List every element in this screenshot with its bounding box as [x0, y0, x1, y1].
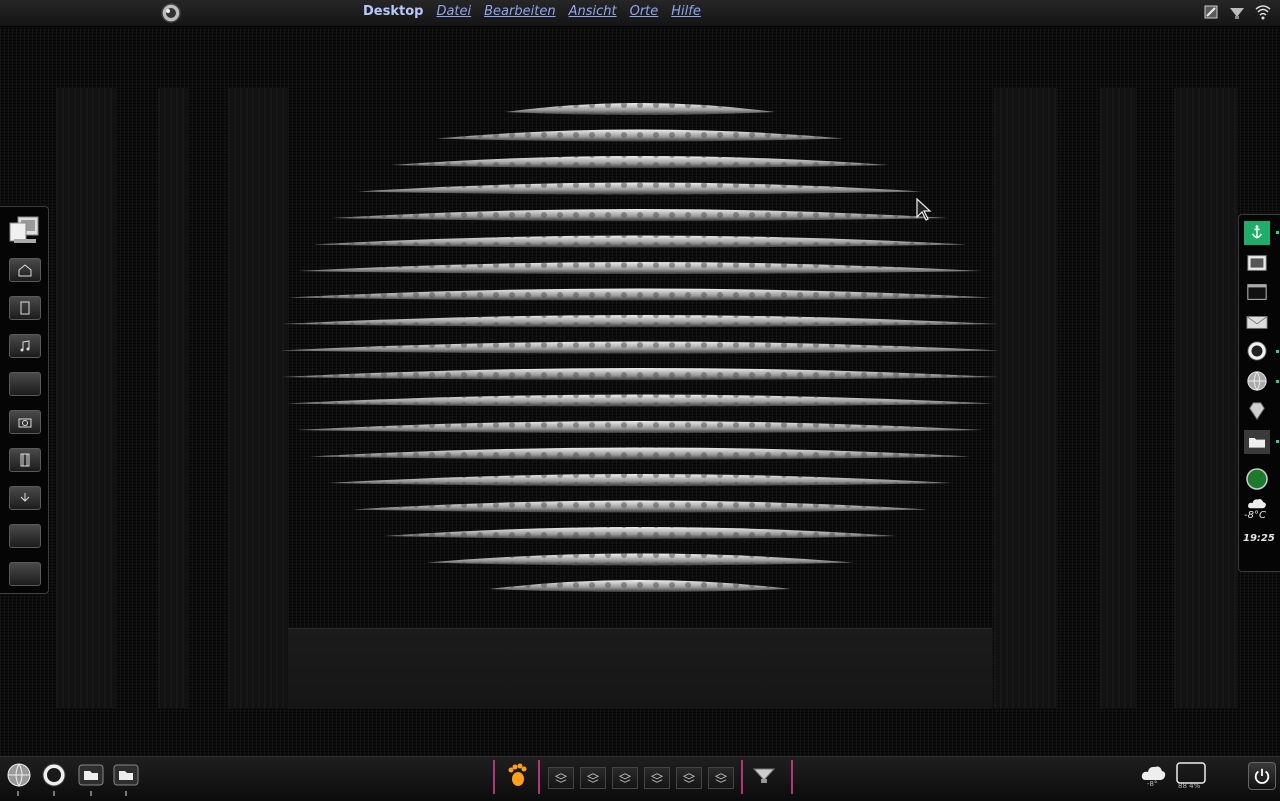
running-indicator: [17, 791, 19, 796]
wallpaper-sphere: [280, 103, 1000, 592]
running-indicator: [1276, 440, 1279, 443]
wallpaper-band-texture: [288, 288, 992, 301]
media-player-icon[interactable]: [1244, 339, 1270, 363]
folder-icon[interactable]: [9, 562, 41, 586]
top-panel: Desktop Datei Bearbeiten Ansicht Orte Hi…: [0, 0, 1280, 27]
download-icon[interactable]: [1228, 3, 1246, 21]
videos-folder-icon[interactable]: [9, 448, 41, 472]
workspace-button[interactable]: [580, 767, 606, 789]
cpu-usage-label: 88 4%: [1178, 782, 1201, 790]
folder-icon[interactable]: [9, 524, 41, 548]
documents-folder-icon[interactable]: [9, 296, 41, 320]
wallpaper-column: [994, 88, 1058, 708]
wallpaper-band-texture: [391, 156, 889, 168]
running-indicator: [1276, 231, 1279, 234]
workspace-layers-icon: [618, 773, 632, 783]
folder-icon[interactable]: [9, 372, 41, 396]
globe-browser-icon[interactable]: [1244, 369, 1270, 393]
home-folder-icon[interactable]: [9, 258, 41, 282]
weather-temperature: -8°C: [1244, 510, 1266, 521]
folder-icon[interactable]: [1244, 430, 1270, 454]
workspace-layers-icon: [714, 773, 728, 783]
wallpaper-column: [56, 88, 116, 708]
wallpaper-base-frame: [288, 628, 992, 709]
network-tools-icon[interactable]: [1202, 3, 1220, 21]
wallpaper-band-texture: [280, 341, 1000, 354]
folder-icon[interactable]: [113, 762, 139, 788]
wallpaper-band-texture: [384, 527, 896, 539]
menu-ansicht[interactable]: Ansicht: [569, 4, 617, 19]
workspace-button[interactable]: [612, 767, 638, 789]
workspace-layers-icon: [554, 773, 568, 783]
wallpaper-band-texture: [504, 103, 776, 115]
wallpaper-band-texture: [296, 421, 984, 433]
music-folder-icon[interactable]: [9, 334, 41, 358]
wallpaper-band-texture: [312, 235, 968, 248]
workspace-button[interactable]: [708, 767, 734, 789]
wallpaper-band-texture: [286, 394, 994, 407]
globe-browser-icon[interactable]: [6, 762, 32, 788]
gnome-foot-icon[interactable]: [503, 762, 529, 788]
running-indicator: [1276, 350, 1279, 353]
mail-icon[interactable]: [1244, 310, 1270, 334]
folder-icon[interactable]: [78, 762, 104, 788]
screenshot-icon[interactable]: [1244, 251, 1270, 275]
wifi-icon[interactable]: [1254, 3, 1272, 21]
wallpaper-band-texture: [357, 182, 923, 195]
running-indicator: [90, 791, 92, 796]
anchor-icon[interactable]: [1244, 221, 1270, 245]
menu-datei[interactable]: Datei: [436, 4, 471, 19]
workspace-layers-icon: [650, 773, 664, 783]
gem-icon[interactable]: [1244, 399, 1270, 423]
media-player-icon[interactable]: [41, 762, 67, 788]
running-indicator: [1276, 380, 1279, 383]
wallpaper-band-texture: [352, 500, 928, 513]
status-orb-icon[interactable]: [1244, 467, 1270, 491]
wallpaper-band-texture: [282, 315, 998, 327]
power-icon: [1254, 768, 1270, 784]
wallpaper-band-texture: [281, 368, 999, 380]
workspace-layers-icon: [586, 773, 600, 783]
wallpaper-column: [1174, 88, 1238, 708]
wallpaper-column: [1100, 88, 1136, 708]
terminal-icon[interactable]: [1244, 280, 1270, 304]
menu-bar: Desktop Datei Bearbeiten Ansicht Orte Hi…: [363, 4, 701, 19]
download-icon[interactable]: [751, 762, 777, 788]
wallpaper-column: [228, 88, 288, 708]
computer-icon[interactable]: [8, 215, 40, 245]
weather-temperature: -8°: [1147, 780, 1158, 788]
menu-title-desktop: Desktop: [363, 4, 424, 19]
running-indicator: [53, 791, 55, 796]
power-button[interactable]: [1248, 762, 1276, 790]
wallpaper-column: [158, 88, 188, 708]
downloads-folder-icon[interactable]: [9, 486, 41, 510]
workspace-button[interactable]: [676, 767, 702, 789]
mouse-cursor: [916, 198, 932, 221]
menu-orte[interactable]: Orte: [630, 4, 659, 19]
workspace-button[interactable]: [644, 767, 670, 789]
wallpaper-band-texture: [298, 262, 982, 274]
system-tray: [1202, 3, 1272, 21]
wallpaper-band-texture: [332, 209, 948, 221]
wallpaper-band-texture: [488, 580, 792, 592]
distro-logo-icon[interactable]: [160, 2, 182, 24]
menu-bearbeiten[interactable]: Bearbeiten: [484, 4, 555, 19]
workspace-button[interactable]: [548, 767, 574, 789]
running-indicator: [125, 791, 127, 796]
panel-separator: [538, 760, 540, 794]
workspace-layers-icon: [682, 773, 696, 783]
menu-hilfe[interactable]: Hilfe: [671, 4, 701, 19]
panel-separator: [741, 760, 743, 794]
left-dock: [0, 206, 49, 594]
pictures-folder-icon[interactable]: [9, 410, 41, 434]
wallpaper-band-texture: [436, 129, 844, 142]
wallpaper-band-texture: [426, 553, 854, 566]
clock[interactable]: 19:25: [1243, 533, 1275, 544]
wallpaper-band-texture: [328, 474, 952, 486]
wallpaper-band-texture: [309, 447, 971, 460]
